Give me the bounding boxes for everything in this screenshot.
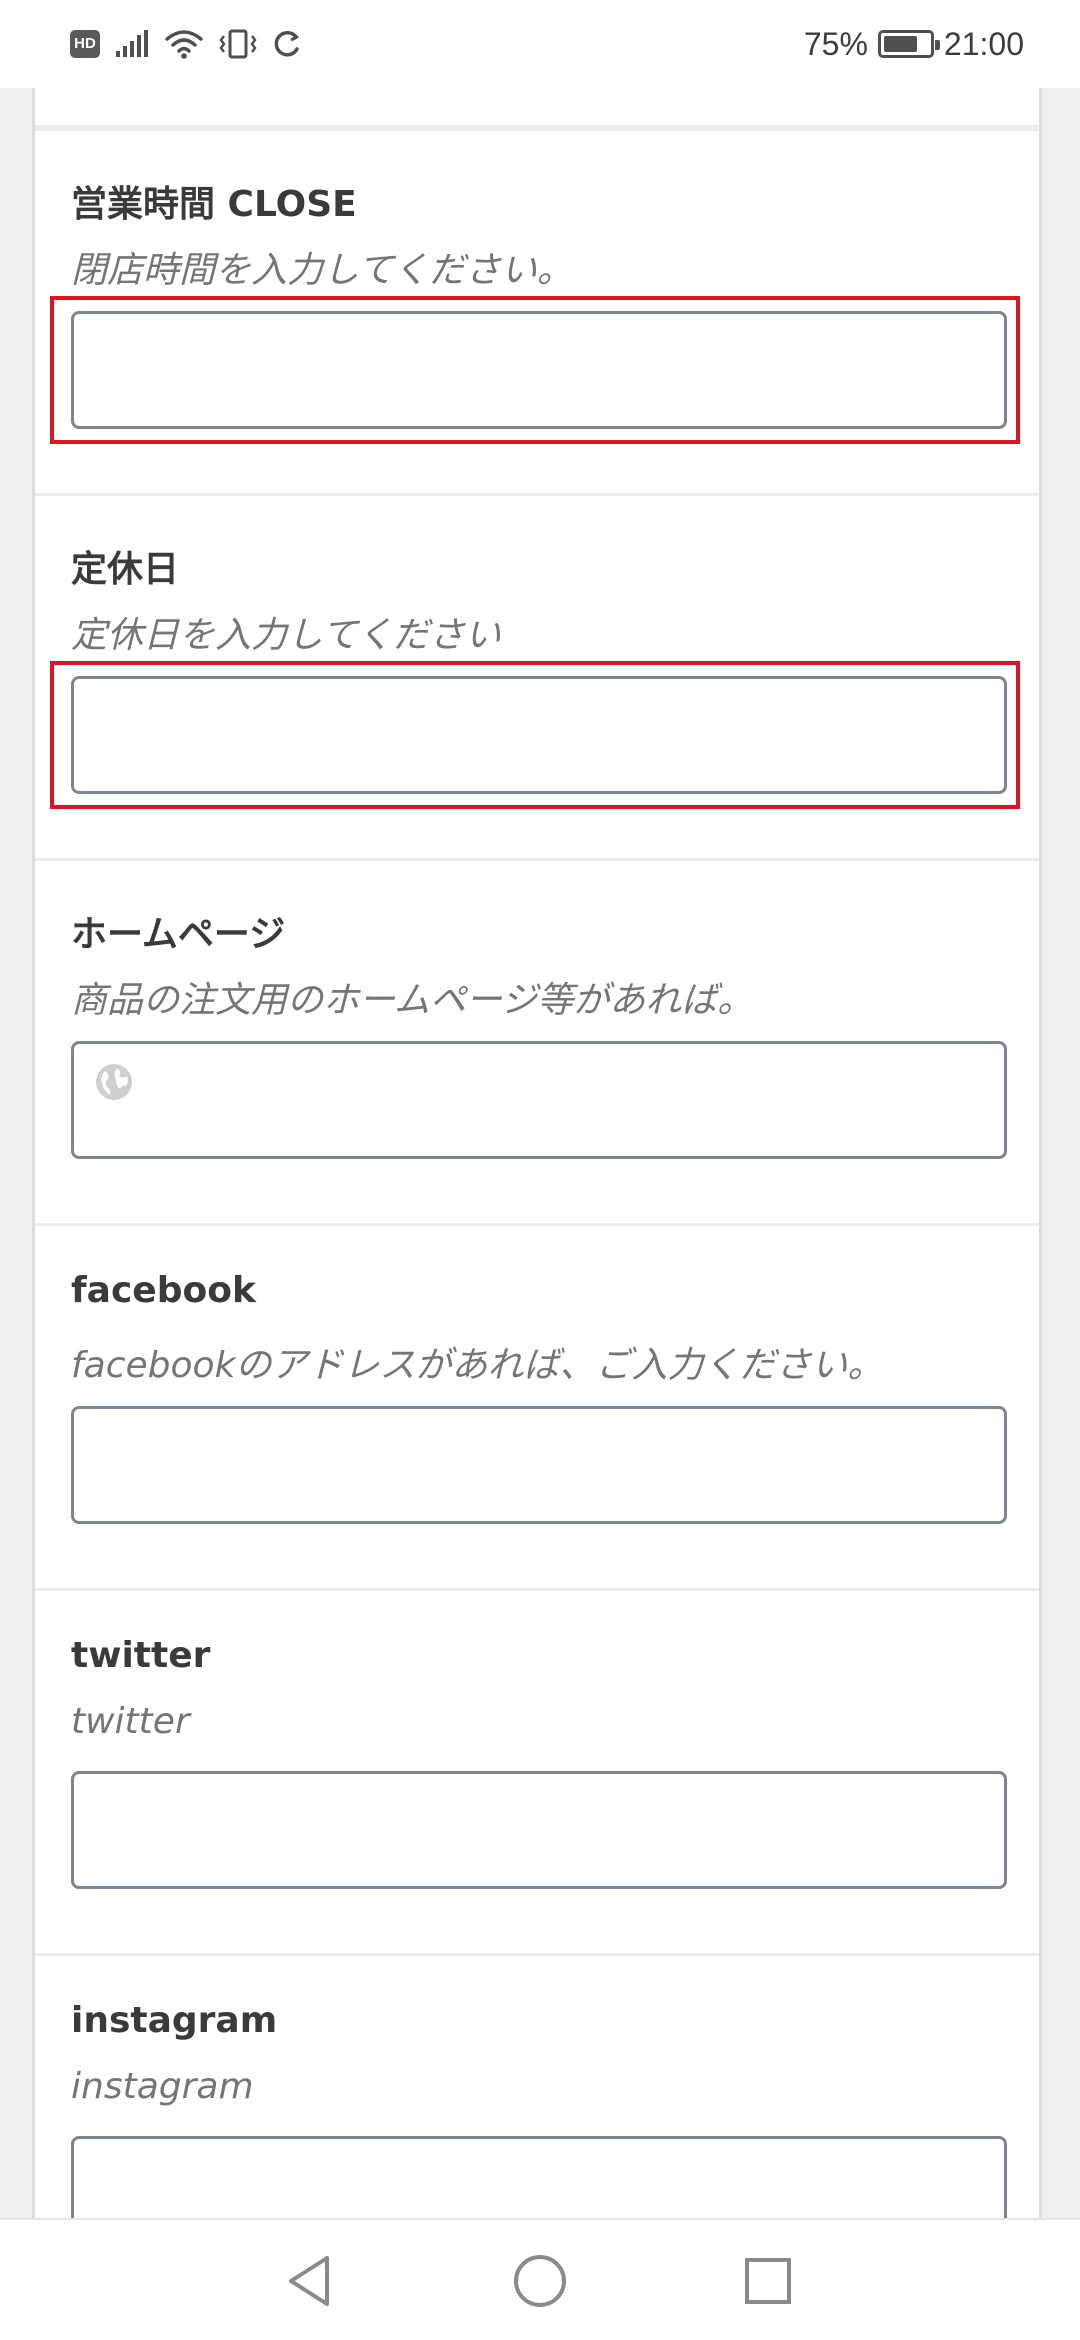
field-label: facebook xyxy=(71,1270,256,1311)
facebook-input[interactable] xyxy=(71,1406,1007,1524)
field-label: twitter xyxy=(71,1635,211,1676)
field-twitter: twitter twitter xyxy=(35,1588,1039,1953)
status-bar: HD 75% 21:00 xyxy=(0,0,1080,88)
back-icon xyxy=(289,2256,329,2306)
regular-holiday-input[interactable] xyxy=(71,676,1007,794)
sync-icon xyxy=(274,31,299,57)
field-description: facebookのアドレスがあれば、ご入力ください。 xyxy=(71,1345,884,1386)
battery-percent: 75% xyxy=(803,25,868,62)
navigation-bar xyxy=(0,2218,1080,2340)
status-icons-left: HD xyxy=(70,28,316,60)
home-icon xyxy=(514,2255,566,2307)
field-description: 商品の注文用のホームページ等があれば。 xyxy=(71,980,754,1021)
wifi-icon xyxy=(165,30,203,59)
field-regular-holiday: 定休日 定休日を入力してください xyxy=(35,493,1039,858)
globe-icon xyxy=(96,1064,132,1100)
field-label: instagram xyxy=(71,2000,278,2041)
vibrate-icon xyxy=(219,29,257,59)
business-hours-close-input[interactable] xyxy=(71,311,1007,429)
form-panel: 営業時間 CLOSE 閉店時間を入力してください。 定休日 定休日を入力してくだ… xyxy=(32,88,1042,2218)
field-business-hours-close: 営業時間 CLOSE 閉店時間を入力してください。 xyxy=(35,128,1039,493)
field-instagram: instagram instagram xyxy=(35,1953,1039,2218)
recents-icon xyxy=(745,2258,791,2304)
back-button[interactable] xyxy=(250,2220,370,2340)
field-description: instagram xyxy=(71,2066,254,2107)
home-button[interactable] xyxy=(480,2220,600,2340)
field-description: 閉店時間を入力してください。 xyxy=(71,250,573,291)
clock: 21:00 xyxy=(943,25,1024,62)
field-label: ホームページ xyxy=(71,914,286,955)
status-icons-right: 75% 21:00 xyxy=(794,26,1024,63)
field-label: 定休日 xyxy=(71,549,180,590)
instagram-input[interactable] xyxy=(71,2136,1007,2218)
recents-button[interactable] xyxy=(708,2220,828,2340)
field-facebook: facebook facebookのアドレスがあれば、ご入力ください。 xyxy=(35,1223,1039,1588)
field-description: 定休日を入力してください xyxy=(71,615,501,656)
field-label: 営業時間 CLOSE xyxy=(71,184,357,225)
field-description: twitter xyxy=(71,1701,190,1742)
twitter-input[interactable] xyxy=(71,1771,1007,1889)
field-homepage: ホームページ 商品の注文用のホームページ等があれば。 xyxy=(35,858,1039,1223)
signal-icon xyxy=(116,30,148,57)
hd-icon: HD xyxy=(70,30,100,58)
battery-icon xyxy=(877,30,940,58)
battery-level-fill xyxy=(883,36,917,52)
homepage-input[interactable] xyxy=(71,1041,1007,1159)
